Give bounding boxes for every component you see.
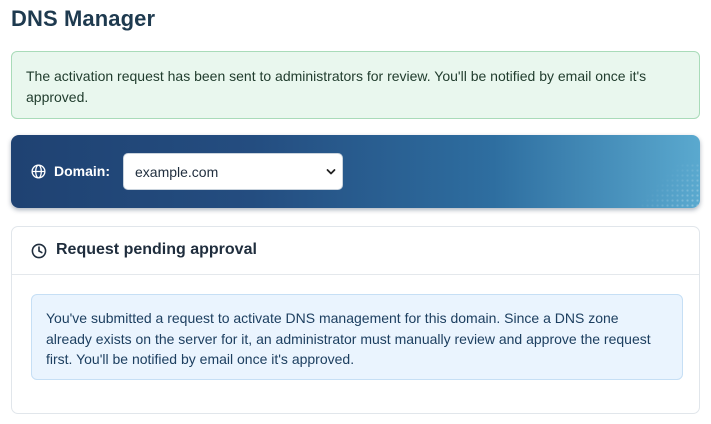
success-alert: The activation request has been sent to …	[11, 51, 700, 119]
page-title: DNS Manager	[11, 6, 156, 31]
decorative-dot-pattern	[640, 163, 700, 208]
card-title: Request pending approval	[56, 241, 257, 258]
chevron-down-icon	[326, 169, 336, 175]
success-alert-message: The activation request has been sent to …	[26, 68, 647, 105]
info-alert: You've submitted a request to activate D…	[31, 294, 683, 380]
domain-label: Domain:	[54, 163, 110, 179]
domain-select-value: example.com	[135, 163, 219, 180]
card-header: Request pending approval	[12, 227, 699, 275]
dns-manager-page: DNS Manager The activation request has b…	[0, 0, 711, 424]
domain-bar: Domain: example.com	[11, 135, 700, 208]
domain-select[interactable]: example.com	[123, 153, 343, 190]
info-alert-message: You've submitted a request to activate D…	[46, 310, 651, 367]
clock-icon	[31, 243, 47, 259]
pending-approval-card: Request pending approval You've submitte…	[11, 226, 700, 414]
globe-icon	[31, 164, 46, 179]
